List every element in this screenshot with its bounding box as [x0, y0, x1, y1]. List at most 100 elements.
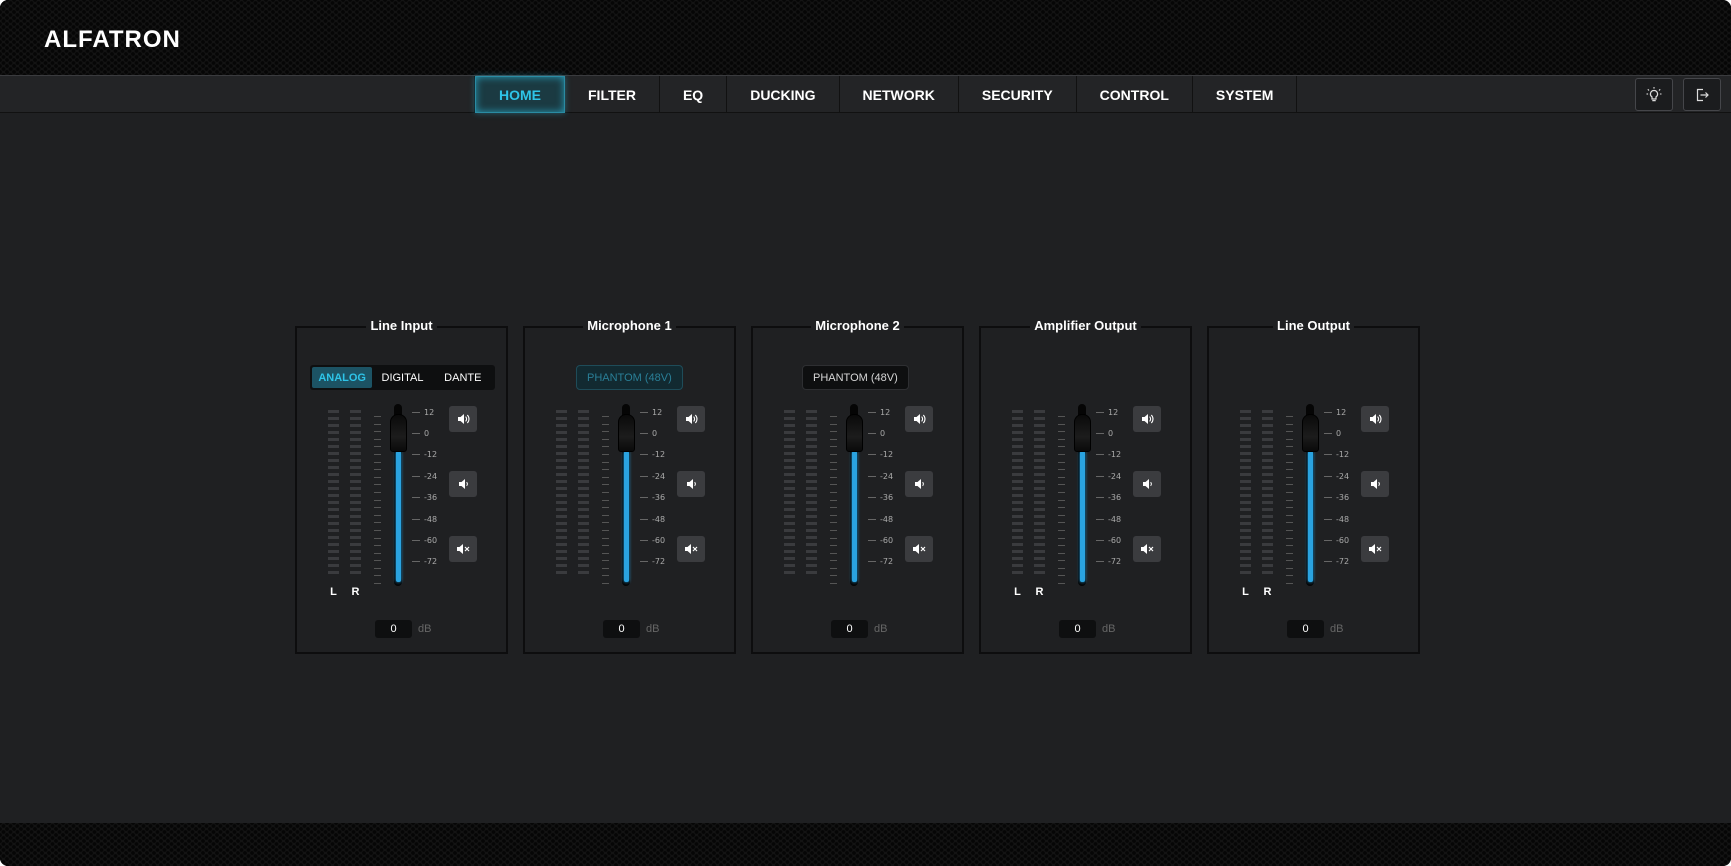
- mute-button[interactable]: [677, 536, 705, 562]
- logout-button[interactable]: [1683, 78, 1721, 111]
- volume-up-icon: [1141, 413, 1154, 425]
- minor-tick: [374, 469, 381, 471]
- meter-segment: [1262, 452, 1273, 455]
- volume-down-button[interactable]: [1361, 471, 1389, 497]
- scale-label: -48: [424, 514, 438, 524]
- scale-mark: -72: [1324, 556, 1364, 568]
- meter-segment: [1034, 494, 1045, 497]
- mute-button[interactable]: [1361, 536, 1389, 562]
- minor-tick: [1058, 537, 1065, 539]
- mute-button[interactable]: [1133, 536, 1161, 562]
- meter-segment: [350, 424, 361, 427]
- meter-segment: [784, 522, 795, 525]
- meter-segment: [784, 466, 795, 469]
- mute-button[interactable]: [449, 536, 477, 562]
- scale-dash: [1324, 539, 1332, 541]
- fader-knob[interactable]: [1074, 414, 1091, 453]
- meter-segment: [556, 529, 567, 532]
- mute-icon: [684, 543, 698, 555]
- meter-segment: [1262, 564, 1273, 567]
- volume-down-button[interactable]: [677, 471, 705, 497]
- volume-up-icon: [685, 413, 698, 425]
- meter-segment: [1240, 543, 1251, 546]
- channel-title-text: Line Output: [1273, 318, 1354, 333]
- right-level-meter: [1034, 410, 1045, 582]
- minor-tick: [602, 514, 609, 516]
- meter-segment: [556, 501, 567, 504]
- fader-knob[interactable]: [618, 414, 635, 453]
- meter-segment: [1012, 431, 1023, 434]
- scale-dash: [640, 411, 648, 413]
- phantom-power-button[interactable]: PHANTOM (48V): [576, 365, 683, 390]
- gain-value-input[interactable]: [831, 620, 868, 638]
- gain-value-input[interactable]: [1059, 620, 1096, 638]
- scale-mark: -60: [412, 534, 452, 546]
- scale-label: -12: [880, 450, 894, 460]
- minor-tick: [374, 499, 381, 501]
- source-option-digital[interactable]: DIGITAL: [372, 367, 432, 388]
- volume-up-button[interactable]: [1361, 406, 1389, 432]
- scale-mark: -36: [1096, 492, 1136, 504]
- fader-knob[interactable]: [390, 414, 407, 453]
- meter-segment: [784, 438, 795, 441]
- minor-tick: [1058, 461, 1065, 463]
- meter-segment: [556, 494, 567, 497]
- meter-segment: [806, 487, 817, 490]
- volume-up-button[interactable]: [449, 406, 477, 432]
- minor-tick: [1286, 461, 1293, 463]
- meter-segment: [1012, 543, 1023, 546]
- scale-mark: -60: [868, 534, 908, 546]
- volume-up-button[interactable]: [905, 406, 933, 432]
- minor-tick: [602, 567, 609, 569]
- scale-dash: [640, 539, 648, 541]
- minor-tick: [830, 560, 837, 562]
- scale-label: -36: [424, 493, 438, 503]
- channel-title-text: Amplifier Output: [1030, 318, 1141, 333]
- channel-panel-line-input: Line Input ANALOG DIGITAL DANTE L R 12 0 -12 -24 -…: [295, 318, 508, 654]
- tab-control[interactable]: CONTROL: [1077, 76, 1193, 113]
- phantom-power-button[interactable]: PHANTOM (48V): [802, 365, 909, 390]
- volume-down-button[interactable]: [449, 471, 477, 497]
- gain-value-input[interactable]: [375, 620, 412, 638]
- source-option-dante[interactable]: DANTE: [433, 367, 493, 388]
- minor-tick: [374, 423, 381, 425]
- meter-segment: [1240, 515, 1251, 518]
- fader-knob[interactable]: [1302, 414, 1319, 453]
- gain-value-input[interactable]: [603, 620, 640, 638]
- tab-system[interactable]: SYSTEM: [1193, 76, 1298, 113]
- scale-mark: -36: [1324, 492, 1364, 504]
- minor-tick: [1058, 476, 1065, 478]
- left-channel-label: L: [1242, 586, 1249, 598]
- volume-up-button[interactable]: [1133, 406, 1161, 432]
- scale-dash: [1096, 432, 1104, 434]
- meter-segment: [1012, 515, 1023, 518]
- mute-button[interactable]: [905, 536, 933, 562]
- tab-security[interactable]: SECURITY: [959, 76, 1077, 113]
- meter-segment: [1012, 473, 1023, 476]
- tab-network[interactable]: NETWORK: [840, 76, 959, 113]
- fader-knob[interactable]: [846, 414, 863, 453]
- tab-eq[interactable]: EQ: [660, 76, 728, 113]
- volume-up-button[interactable]: [677, 406, 705, 432]
- minor-tick: [830, 453, 837, 455]
- identify-button[interactable]: [1635, 78, 1673, 111]
- scale-label: -60: [880, 535, 894, 545]
- tab-ducking[interactable]: DUCKING: [727, 76, 840, 113]
- source-option-analog[interactable]: ANALOG: [312, 367, 373, 388]
- gain-value-input[interactable]: [1287, 620, 1324, 638]
- minor-tick: [602, 507, 609, 509]
- meter-segment: [806, 480, 817, 483]
- volume-down-button[interactable]: [1133, 471, 1161, 497]
- footer-bar: [0, 823, 1731, 866]
- meter-segment: [784, 501, 795, 504]
- tab-filter[interactable]: FILTER: [565, 76, 660, 113]
- meter-segment: [1012, 550, 1023, 553]
- right-channel-label: R: [1035, 586, 1044, 598]
- volume-down-button[interactable]: [905, 471, 933, 497]
- scale-label: -72: [424, 557, 438, 567]
- tab-home[interactable]: HOME: [475, 76, 565, 113]
- minor-tick: [602, 545, 609, 547]
- meter-segment: [1012, 529, 1023, 532]
- minor-tick: [830, 522, 837, 524]
- meter-segment: [784, 480, 795, 483]
